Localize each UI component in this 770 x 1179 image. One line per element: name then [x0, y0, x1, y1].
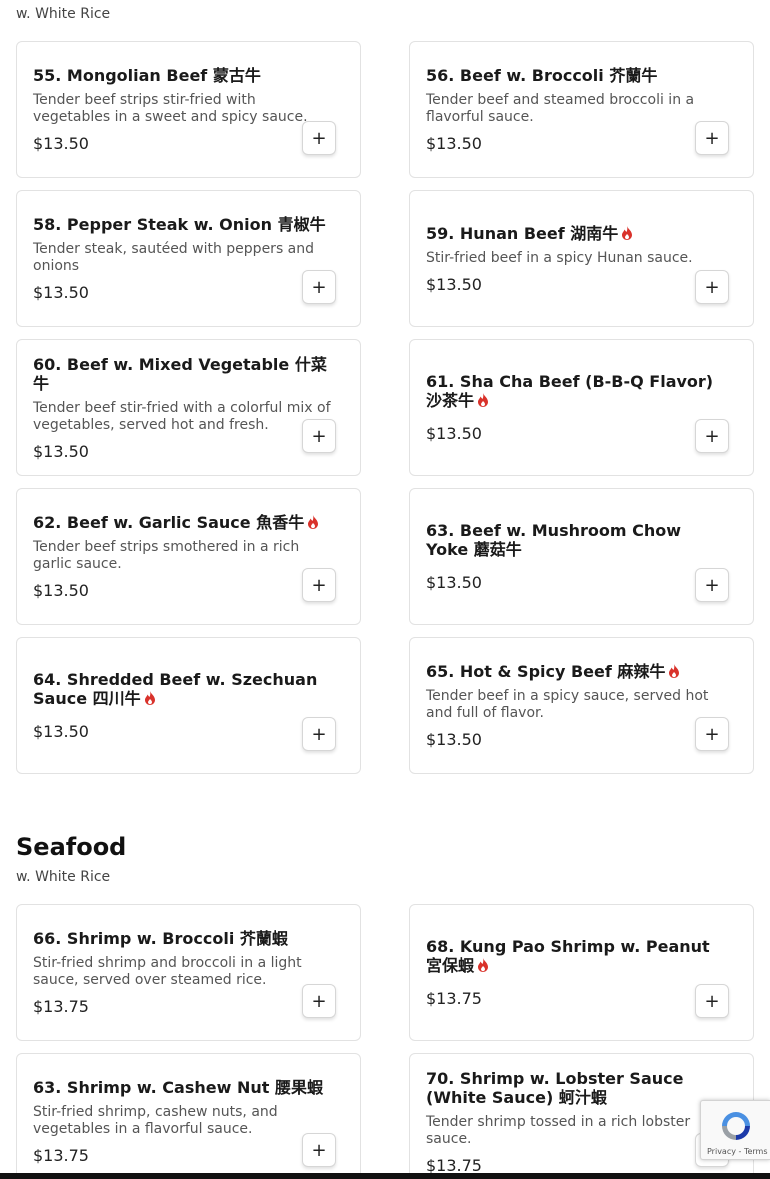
add-to-cart-button[interactable]: + — [302, 1133, 336, 1167]
item-price: $13.50 — [426, 730, 482, 749]
add-to-cart-button[interactable]: + — [695, 270, 729, 304]
item-title: 64. Shredded Beef w. Szechuan Sauce 四川牛 — [33, 670, 318, 708]
add-to-cart-button[interactable]: + — [302, 717, 336, 751]
bottom-bar — [0, 1173, 770, 1179]
item-price: $13.75 — [426, 989, 482, 1008]
menu-item-card[interactable]: 55. Mongolian Beef 蒙古牛 Tender beef strip… — [16, 41, 361, 178]
add-to-cart-button[interactable]: + — [695, 121, 729, 155]
flame-icon — [144, 691, 155, 705]
menu-item-card[interactable]: 61. Sha Cha Beef (B-B-Q Flavor) 沙茶牛 $13.… — [409, 339, 754, 476]
plus-icon: + — [311, 276, 327, 298]
item-title: 70. Shrimp w. Lobster Sauce (White Sauce… — [426, 1068, 684, 1107]
add-to-cart-button[interactable]: + — [695, 419, 729, 453]
plus-icon: + — [311, 990, 327, 1012]
plus-icon: + — [311, 574, 327, 596]
add-to-cart-button[interactable]: + — [695, 717, 729, 751]
plus-icon: + — [704, 276, 720, 298]
item-description: Tender beef strips stir-fried with veget… — [33, 92, 308, 125]
menu-item-card[interactable]: 59. Hunan Beef 湖南牛 Stir-fried beef in a … — [409, 190, 754, 327]
add-to-cart-button[interactable]: + — [302, 419, 336, 453]
item-title: 59. Hunan Beef 湖南牛 — [426, 224, 726, 243]
flame-icon — [308, 515, 319, 529]
recaptcha-icon — [722, 1112, 750, 1140]
plus-icon: + — [704, 127, 720, 149]
item-price: $13.50 — [33, 283, 89, 302]
item-title: 68. Kung Pao Shrimp w. Peanut 宮保蝦 — [426, 937, 710, 975]
add-to-cart-button[interactable]: + — [302, 270, 336, 304]
add-to-cart-button[interactable]: + — [302, 984, 336, 1018]
item-title: 66. Shrimp w. Broccoli 芥蘭蝦 — [33, 929, 288, 948]
flame-icon — [478, 393, 489, 407]
item-price: $13.75 — [33, 1146, 89, 1165]
item-price: $13.50 — [426, 134, 482, 153]
menu-item-card[interactable]: 66. Shrimp w. Broccoli 芥蘭蝦 Stir-fried sh… — [16, 904, 361, 1041]
add-to-cart-button[interactable]: + — [302, 121, 336, 155]
add-to-cart-button[interactable]: + — [695, 984, 729, 1018]
item-price: $13.50 — [33, 441, 89, 461]
plus-icon: + — [311, 425, 327, 447]
item-price: $13.50 — [33, 722, 89, 741]
recaptcha-links[interactable]: Privacy - Terms — [707, 1147, 768, 1156]
item-description: Tender steak, sautéed with peppers and o… — [33, 241, 315, 274]
item-price: $13.50 — [33, 581, 89, 600]
item-description: Tender shrimp tossed in a rich lobster s… — [426, 1113, 691, 1147]
item-description: Stir-fried beef in a spicy Hunan sauce. — [426, 249, 693, 266]
add-to-cart-button[interactable]: + — [695, 568, 729, 602]
section-subtitle: w. White Rice — [16, 869, 111, 885]
menu-item-card[interactable]: 65. Hot & Spicy Beef 麻辣牛 Tender beef in … — [409, 637, 754, 774]
menu-item-card[interactable]: 63. Shrimp w. Cashew Nut 腰果蝦 Stir-fried … — [16, 1053, 361, 1179]
menu-item-card[interactable]: 62. Beef w. Garlic Sauce 魚香牛 Tender beef… — [16, 488, 361, 625]
item-price: $13.50 — [426, 274, 482, 294]
item-description: Stir-fried shrimp, cashew nuts, and vege… — [33, 1104, 278, 1137]
item-title: 55. Mongolian Beef 蒙古牛 — [33, 66, 261, 85]
plus-icon: + — [704, 990, 720, 1012]
item-price: $13.75 — [33, 997, 89, 1016]
plus-icon: + — [704, 574, 720, 596]
item-price: $13.50 — [426, 573, 482, 592]
item-description: Tender beef and steamed broccoli in a fl… — [426, 92, 695, 125]
section-subtitle: w. White Rice — [16, 6, 111, 22]
item-title: 60. Beef w. Mixed Vegetable 什菜牛 — [33, 354, 327, 393]
flame-icon — [478, 958, 489, 972]
item-title: 61. Sha Cha Beef (B-B-Q Flavor) 沙茶牛 — [426, 372, 714, 410]
add-to-cart-button[interactable]: + — [302, 568, 336, 602]
menu-item-card[interactable]: 64. Shredded Beef w. Szechuan Sauce 四川牛 … — [16, 637, 361, 774]
plus-icon: + — [311, 127, 327, 149]
item-price: $13.50 — [426, 424, 482, 443]
plus-icon: + — [704, 723, 720, 745]
item-price: $13.50 — [33, 134, 89, 153]
item-title: 62. Beef w. Garlic Sauce 魚香牛 — [33, 513, 333, 532]
recaptcha-badge[interactable]: Privacy - Terms — [700, 1100, 770, 1160]
item-title: 65. Hot & Spicy Beef 麻辣牛 — [426, 662, 726, 681]
item-description: Tender beef stir-fried with a colorful m… — [33, 399, 331, 433]
item-description: Tender beef strips smothered in a rich g… — [33, 539, 300, 572]
item-title: 58. Pepper Steak w. Onion 青椒牛 — [33, 215, 326, 234]
item-title: 63. Shrimp w. Cashew Nut 腰果蝦 — [33, 1078, 323, 1097]
item-title: 56. Beef w. Broccoli 芥蘭牛 — [426, 66, 658, 85]
menu-item-card[interactable]: 68. Kung Pao Shrimp w. Peanut 宮保蝦 $13.75… — [409, 904, 754, 1041]
item-price: $13.75 — [426, 1155, 482, 1175]
item-description: Tender beef in a spicy sauce, served hot… — [426, 688, 709, 721]
flame-icon — [622, 225, 633, 240]
menu-item-card[interactable]: 60. Beef w. Mixed Vegetable 什菜牛 Tender b… — [16, 339, 361, 476]
plus-icon: + — [311, 1139, 327, 1161]
plus-icon: + — [311, 723, 327, 745]
menu-item-card[interactable]: 56. Beef w. Broccoli 芥蘭牛 Tender beef and… — [409, 41, 754, 178]
menu-item-card[interactable]: 63. Beef w. Mushroom Chow Yoke 蘑菇牛 $13.5… — [409, 488, 754, 625]
plus-icon: + — [704, 425, 720, 447]
item-title: 63. Beef w. Mushroom Chow Yoke 蘑菇牛 — [426, 521, 681, 559]
section-title: Seafood — [16, 833, 127, 861]
menu-item-card[interactable]: 58. Pepper Steak w. Onion 青椒牛 Tender ste… — [16, 190, 361, 327]
flame-icon — [669, 664, 680, 678]
item-description: Stir-fried shrimp and broccoli in a ligh… — [33, 955, 302, 988]
